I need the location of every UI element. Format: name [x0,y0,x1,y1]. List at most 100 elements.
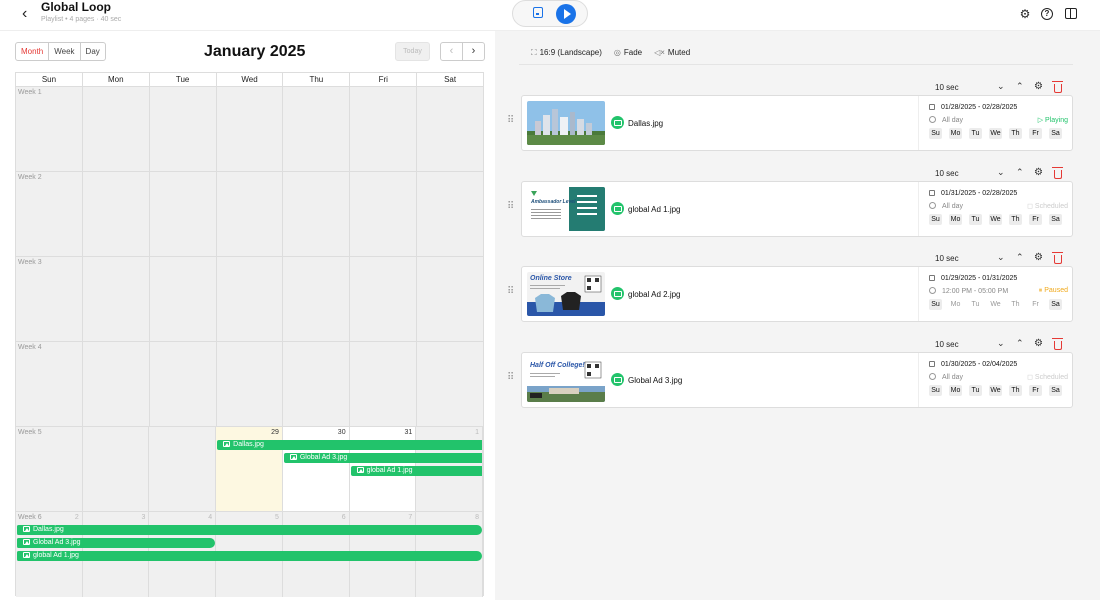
day-toggle[interactable]: Fr [1029,128,1042,139]
trash-icon[interactable] [1052,337,1063,350]
chevron-down-icon[interactable]: ⌄ [997,81,1005,92]
view-week-button[interactable]: Week [49,43,81,60]
calendar-day-cell[interactable] [82,342,150,426]
audio-option[interactable]: ◁× Muted [654,48,690,58]
calendar-day-cell[interactable] [16,257,83,341]
calendar-event[interactable]: Global Ad 3.jpg [283,453,482,463]
gear-icon[interactable]: ⚙ [1034,252,1043,263]
playlist-item[interactable]: Half Off College! Global Ad 3.jpg 01/30/20… [521,351,1073,408]
calendar-day-cell[interactable] [82,427,150,511]
view-month-button[interactable]: Month [16,43,50,60]
calendar-day-cell[interactable] [216,172,284,256]
day-toggle[interactable]: We [989,384,1002,396]
time-range[interactable]: All day [929,372,963,381]
calendar-day-cell[interactable] [149,427,217,511]
date-range[interactable]: 01/28/2025 - 02/28/2025 [929,104,1017,111]
gear-icon[interactable]: ⚙ [1034,167,1043,178]
duration-select[interactable]: 10 sec [935,83,959,92]
prev-month-button[interactable]: ‹ [441,43,463,60]
calendar-day-cell[interactable] [216,87,284,171]
day-toggle[interactable]: Su [929,299,942,310]
calendar-day-cell[interactable] [283,87,351,171]
aspect-option[interactable]: ⛶ 16:9 (Landscape) [531,48,602,58]
day-toggle[interactable]: Mo [949,384,962,396]
day-toggle[interactable]: Tu [969,384,982,396]
calendar-day-cell[interactable] [417,87,484,171]
day-toggle[interactable]: Mo [949,299,962,310]
trash-icon[interactable] [1052,166,1063,179]
calendar-day-cell[interactable] [16,172,83,256]
save-icon[interactable] [533,7,543,18]
transition-option[interactable]: ◎ Fade [614,48,642,58]
time-range[interactable]: All day [929,201,963,210]
playlist-item[interactable]: Dallas.jpg 01/28/2025 - 02/28/2025 All day… [521,95,1073,151]
calendar-day-cell[interactable] [350,257,418,341]
calendar-day-cell[interactable] [16,342,83,426]
playlist-item[interactable]: Online Store global Ad 2.jpg 01/29/2025 - … [521,266,1073,322]
calendar-day-cell[interactable] [149,342,217,426]
day-toggle[interactable]: Mo [949,213,962,225]
day-toggle[interactable]: Fr [1029,213,1042,225]
day-toggle[interactable]: Mo [949,128,962,139]
day-toggle[interactable]: Su [929,384,942,396]
calendar-day-cell[interactable] [149,172,217,256]
chevron-up-icon[interactable]: ⌃ [1016,167,1024,178]
day-toggle[interactable]: Su [929,128,942,139]
drag-handle-icon[interactable]: ⠿ [507,201,514,212]
day-toggle[interactable]: Th [1009,299,1022,310]
day-toggle[interactable]: Th [1009,213,1022,225]
day-toggle[interactable]: We [989,128,1002,139]
calendar-day-cell[interactable] [417,342,484,426]
day-toggle[interactable]: We [989,299,1002,310]
calendar-event[interactable]: Dallas.jpg [17,525,482,535]
gear-icon[interactable]: ⚙ [1018,7,1032,21]
day-toggle[interactable]: Fr [1029,299,1042,310]
calendar-event[interactable]: global Ad 1.jpg [17,551,482,561]
duration-select[interactable]: 10 sec [935,169,959,178]
calendar-day-cell[interactable] [283,172,351,256]
day-toggle[interactable]: Tu [969,128,982,139]
day-toggle[interactable]: Fr [1029,384,1042,396]
drag-handle-icon[interactable]: ⠿ [507,372,514,383]
calendar-day-cell[interactable] [149,257,217,341]
duration-select[interactable]: 10 sec [935,340,959,349]
chevron-up-icon[interactable]: ⌃ [1016,252,1024,263]
date-range[interactable]: 01/29/2025 - 01/31/2025 [929,275,1017,282]
trash-icon[interactable] [1052,81,1063,93]
chevron-down-icon[interactable]: ⌄ [997,338,1005,349]
day-toggle[interactable]: We [989,213,1002,225]
date-range[interactable]: 01/30/2025 - 02/04/2025 [929,360,1017,368]
calendar-day-cell[interactable] [216,342,284,426]
calendar-day-cell[interactable] [216,257,284,341]
day-toggle[interactable]: Sa [1049,128,1062,139]
time-range[interactable]: 12:00 PM - 05:00 PM [929,287,1008,295]
day-toggle[interactable]: Su [929,213,942,225]
chevron-down-icon[interactable]: ⌄ [997,167,1005,178]
calendar-day-cell[interactable] [350,87,418,171]
day-toggle[interactable]: Sa [1049,384,1062,396]
play-icon[interactable] [556,4,576,24]
gear-icon[interactable]: ⚙ [1034,81,1043,92]
calendar-day-cell[interactable] [350,172,418,256]
day-toggle[interactable]: Sa [1049,213,1062,225]
chevron-left-icon[interactable]: ‹ [22,5,27,23]
calendar-event[interactable]: Dallas.jpg [217,440,482,450]
duration-select[interactable]: 10 sec [935,254,959,263]
playlist-item[interactable]: Ambassador Level global Ad 1.jpg 01/31/202… [521,180,1073,237]
trash-icon[interactable] [1052,252,1063,264]
calendar-day-cell[interactable] [149,87,217,171]
drag-handle-icon[interactable]: ⠿ [507,115,514,126]
calendar-day-cell[interactable] [82,87,150,171]
calendar-day-cell[interactable] [417,172,484,256]
calendar-day-cell[interactable] [417,257,484,341]
gear-icon[interactable]: ⚙ [1034,338,1043,349]
time-range[interactable]: All day [929,116,963,124]
today-button[interactable]: Today [395,42,430,61]
view-day-button[interactable]: Day [81,43,105,60]
day-toggle[interactable]: Sa [1049,299,1062,310]
chevron-down-icon[interactable]: ⌄ [997,252,1005,263]
calendar-event[interactable]: global Ad 1.jpg [350,466,482,476]
calendar-day-cell[interactable] [16,427,83,511]
day-toggle[interactable]: Th [1009,384,1022,396]
date-range[interactable]: 01/31/2025 - 02/28/2025 [929,189,1017,197]
